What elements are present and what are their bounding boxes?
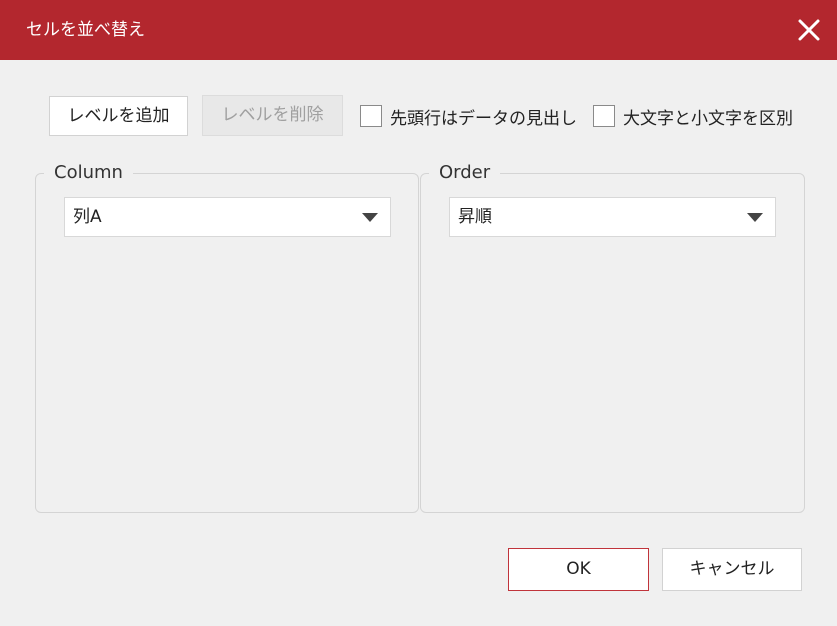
case-sensitive-option[interactable]: 大文字と小文字を区別	[593, 104, 793, 129]
order-select[interactable]: 昇順	[449, 197, 776, 237]
sort-cells-dialog: セルを並べ替え レベルを追加 レベルを削除 先頭行はデータの見出し 大文字と小文…	[0, 0, 837, 626]
dropdown-arrow-icon	[747, 213, 763, 222]
add-level-button[interactable]: レベルを追加	[49, 96, 188, 136]
column-select[interactable]: 列A	[64, 197, 391, 237]
order-select-value: 昇順	[458, 207, 492, 227]
column-group: Column 列A	[35, 161, 419, 513]
header-row-option[interactable]: 先頭行はデータの見出し	[360, 104, 577, 129]
order-group: Order 昇順	[420, 161, 805, 513]
order-group-legend: Order	[429, 161, 501, 185]
cancel-button[interactable]: キャンセル	[662, 548, 802, 591]
ok-button[interactable]: OK	[508, 548, 649, 591]
delete-level-button[interactable]: レベルを削除	[202, 95, 343, 136]
header-row-checkbox-label: 先頭行はデータの見出し	[390, 108, 577, 129]
dropdown-arrow-icon	[362, 213, 378, 222]
case-sensitive-checkbox[interactable]	[593, 105, 615, 127]
column-group-legend: Column	[44, 161, 133, 185]
close-button[interactable]	[795, 16, 823, 44]
column-select-value: 列A	[73, 207, 102, 227]
case-sensitive-checkbox-label: 大文字と小文字を区別	[623, 108, 793, 129]
close-icon	[798, 19, 820, 41]
dialog-title: セルを並べ替え	[26, 20, 145, 40]
dialog-titlebar: セルを並べ替え	[0, 0, 837, 60]
header-row-checkbox[interactable]	[360, 105, 382, 127]
